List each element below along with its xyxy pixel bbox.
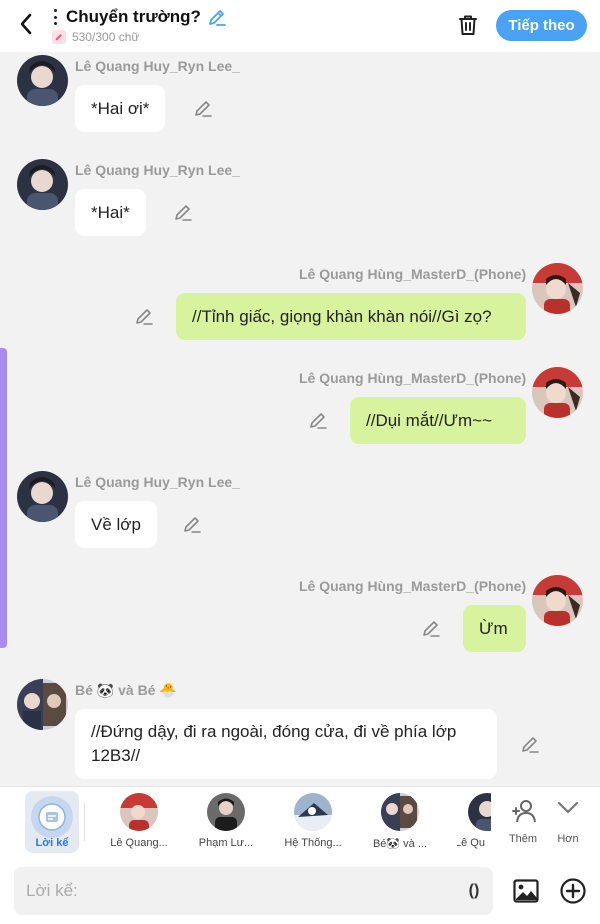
pencil-badge-icon [52,30,66,44]
message-bubble[interactable]: //Đứng dậy, đi ra ngoài, đóng cửa, đi về… [75,709,497,779]
more-button[interactable]: Hơn [548,795,588,853]
image-button[interactable] [512,877,540,905]
edit-message-button[interactable] [308,410,328,430]
trash-button[interactable] [456,13,480,37]
char-count: 530/300 chữ [72,30,140,44]
add-label: Thêm [508,833,538,845]
sender-name: Lê Quang Hùng_MasterD_(Phone) [299,266,527,282]
parenthesis-button[interactable]: () [462,879,486,903]
edit-message-button[interactable] [520,734,540,754]
character-avatar [207,793,245,831]
narrator-avatar [31,796,73,838]
speech-bubble-icon [38,803,66,831]
sender-name: Lê Quang Hùng_MasterD_(Phone) [299,370,527,386]
drag-handle-icon[interactable] [52,9,58,25]
chevron-down-icon [557,801,579,814]
divider [84,803,85,841]
edit-message-button[interactable] [173,202,193,222]
pencil-icon [175,205,192,221]
pencil-icon [208,10,226,26]
edit-message-button[interactable] [193,98,213,118]
character-item[interactable]: Lê Qu [457,787,491,859]
chevron-left-icon [20,13,32,35]
avatar[interactable] [17,159,68,210]
add-person-icon [512,800,536,823]
character-item[interactable]: Bé🐼 và ... [370,787,430,859]
pencil-icon [136,309,153,325]
character-item[interactable]: Hệ Thống... [283,787,343,859]
image-icon [513,879,539,903]
sender-name: Lê Quang Hùng_MasterD_(Phone) [299,578,527,594]
pencil-icon [184,517,201,533]
character-item[interactable]: Phạm Lư... [196,787,256,859]
character-label: Bé🐼 và ... [372,838,428,850]
next-button[interactable]: Tiếp theo [496,10,587,41]
sender-name: Lê Quang Huy_Ryn Lee_ [75,58,240,74]
message-bubble[interactable]: Về lớp [75,501,157,548]
chat-area[interactable]: Lê Quang Huy_Ryn Lee_ *Hai ơi* Lê Quang … [0,52,600,786]
character-avatar [381,793,419,831]
character-label: Hệ Thống... [284,837,342,849]
character-label: Lê Qu [457,837,485,849]
character-label: Phạm Lư... [198,837,254,849]
character-avatar [294,793,332,831]
avatar[interactable] [532,263,583,314]
scroll-indicator[interactable] [0,348,7,648]
narrator-label: Lời kể [35,837,69,849]
narration-input[interactable] [26,867,446,915]
input-bar: () [0,858,600,924]
more-label: Hơn [557,833,579,845]
edit-message-button[interactable] [134,306,154,326]
pencil-icon [195,101,212,117]
add-character-button[interactable]: Thêm [503,795,543,853]
character-item[interactable]: Lê Quang... [109,787,169,859]
message-bubble[interactable]: *Hai ơi* [75,85,166,132]
message-bubble[interactable]: Ừm [463,605,526,652]
sender-name: Lê Quang Huy_Ryn Lee_ [75,474,240,490]
character-avatar [468,793,491,831]
add-button[interactable] [559,877,587,905]
avatar[interactable] [532,367,583,418]
narrator-tab[interactable]: Lời kể [25,791,79,853]
avatar[interactable] [17,55,68,106]
edit-title-button[interactable] [207,7,227,27]
plus-circle-icon [560,878,586,904]
title-block: Chuyển trường? 530/300 chữ [52,6,227,44]
character-avatar [120,793,158,831]
back-button[interactable] [14,10,38,38]
trash-icon [459,15,477,35]
avatar[interactable] [532,575,583,626]
narration-input-wrapper: () [14,867,493,915]
pencil-icon [522,737,539,753]
character-bar: Lời kể Lê Quang... Phạm Lư... Hệ Thống..… [0,786,600,858]
avatar[interactable] [17,471,68,522]
edit-message-button[interactable] [182,514,202,534]
sender-name: Lê Quang Huy_Ryn Lee_ [75,162,240,178]
page-title: Chuyển trường? [66,7,201,26]
message-bubble[interactable]: *Hai* [75,189,146,236]
top-bar: Chuyển trường? 530/300 chữ Tiếp theo [0,0,600,52]
avatar[interactable] [17,679,68,730]
message-bubble[interactable]: //Tỉnh giấc, giọng khàn khàn nói//Gì zọ? [176,293,526,340]
message-bubble[interactable]: //Dụi mắt//Ưm~~ [350,397,526,444]
pencil-icon [423,621,440,637]
character-label: Lê Quang... [110,837,168,849]
edit-message-button[interactable] [421,618,441,638]
pencil-icon [310,413,327,429]
sender-name: Bé 🐼 và Bé 🐣 [75,682,177,698]
